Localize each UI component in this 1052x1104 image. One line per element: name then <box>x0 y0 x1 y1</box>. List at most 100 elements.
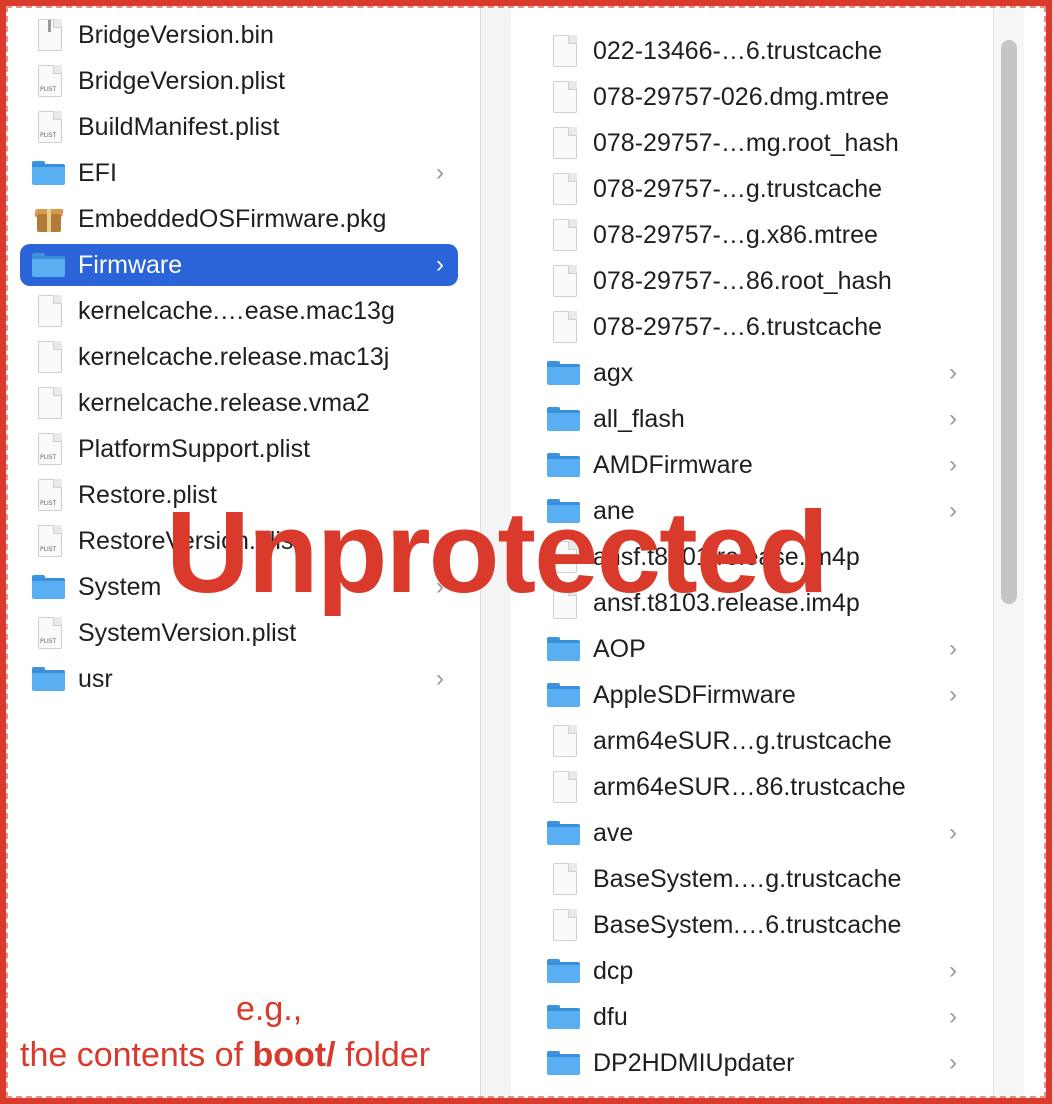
file-row[interactable]: PLIST SystemVersion.plist <box>20 612 458 654</box>
file-row[interactable]: arm64eSUR…g.trustcache <box>541 720 971 762</box>
document-icon <box>547 80 581 114</box>
folder-icon <box>547 402 581 436</box>
annotation-line-2: the contents of boot/ folder <box>20 1036 430 1075</box>
document-icon <box>547 126 581 160</box>
chevron-right-icon: › <box>949 497 957 524</box>
file-row[interactable]: 022-13466-…6.trustcache <box>541 30 971 72</box>
item-name: BaseSystem.…g.trustcache <box>593 864 902 893</box>
folder-row[interactable]: AppleSDFirmware › <box>541 674 971 716</box>
document-icon <box>32 386 66 420</box>
folder-row[interactable]: AMDFirmware › <box>541 444 971 486</box>
item-name: AppleSDFirmware <box>593 680 796 709</box>
folder-icon <box>32 662 66 696</box>
file-row[interactable]: PLIST BuildManifest.plist <box>20 106 458 148</box>
file-row[interactable]: 078-29757-…6.trustcache <box>541 306 971 348</box>
folder-row[interactable]: ave › <box>541 812 971 854</box>
file-row[interactable]: PLIST BridgeVersion.plist <box>20 60 458 102</box>
item-name: 078-29757-…6.trustcache <box>593 312 883 341</box>
item-name: AMDFirmware <box>593 450 753 479</box>
item-name: DP2HDMIUpdater <box>593 1048 795 1077</box>
folder-row[interactable]: DP2HDMIUpdater › <box>541 1042 971 1084</box>
plist-file-icon: PLIST <box>32 110 66 144</box>
file-row[interactable]: 078-29757-…g.trustcache <box>541 168 971 210</box>
folder-row[interactable]: Firmware › <box>20 244 458 286</box>
item-name: dfu <box>593 1002 628 1031</box>
annotation-suffix: folder <box>335 1036 431 1074</box>
item-name: 078-29757-026.dmg.mtree <box>593 82 890 111</box>
item-name: BridgeVersion.bin <box>78 20 274 49</box>
file-row[interactable]: BridgeVersion.bin <box>20 14 458 56</box>
item-name: all_flash <box>593 404 685 433</box>
chevron-right-icon: › <box>949 819 957 846</box>
file-row[interactable]: 078-29757-…mg.root_hash <box>541 122 971 164</box>
folder-icon <box>32 570 66 604</box>
chevron-right-icon: › <box>949 957 957 984</box>
item-name: dcp <box>593 956 634 985</box>
item-name: 078-29757-…g.x86.mtree <box>593 220 878 249</box>
file-row[interactable]: PLIST PlatformSupport.plist <box>20 428 458 470</box>
item-name: EFI <box>78 158 117 187</box>
item-name: arm64eSUR…g.trustcache <box>593 726 892 755</box>
unprotected-stamp: Unprotected <box>166 487 829 617</box>
file-row[interactable]: kernelcache.release.vma2 <box>20 382 458 424</box>
file-row[interactable]: kernelcache.release.mac13j <box>20 336 458 378</box>
folder-row[interactable]: all_flash › <box>541 398 971 440</box>
item-name: kernelcache.release.mac13j <box>78 342 390 371</box>
document-icon <box>547 724 581 758</box>
item-name: BridgeVersion.plist <box>78 66 286 95</box>
document-icon <box>547 908 581 942</box>
item-name: kernelcache.release.vma2 <box>78 388 370 417</box>
folder-icon <box>547 954 581 988</box>
document-icon <box>547 862 581 896</box>
item-name: usr <box>78 664 113 693</box>
document-icon <box>547 218 581 252</box>
file-row[interactable]: kernelcache.…ease.mac13g <box>20 290 458 332</box>
document-icon <box>547 770 581 804</box>
chevron-right-icon: › <box>436 159 444 186</box>
file-row[interactable]: 078-29757-026.dmg.mtree <box>541 76 971 118</box>
document-icon <box>547 172 581 206</box>
chevron-right-icon: › <box>949 1003 957 1030</box>
file-row[interactable]: arm64eSUR…86.trustcache <box>541 766 971 808</box>
document-icon <box>547 34 581 68</box>
folder-row[interactable]: dcp › <box>541 950 971 992</box>
item-name: arm64eSUR…86.trustcache <box>593 772 906 801</box>
plist-file-icon: PLIST <box>32 478 66 512</box>
item-name: Firmware <box>78 250 183 279</box>
chevron-right-icon: › <box>949 359 957 386</box>
item-name: EmbeddedOSFirmware.pkg <box>78 204 387 233</box>
folder-icon <box>547 448 581 482</box>
file-row[interactable]: BaseSystem.…6.trustcache <box>541 904 971 946</box>
annotation-prefix: the contents of <box>20 1036 253 1074</box>
chevron-right-icon: › <box>949 635 957 662</box>
file-row[interactable]: 078-29757-…g.x86.mtree <box>541 214 971 256</box>
scrollbar-thumb[interactable] <box>1001 40 1017 604</box>
chevron-right-icon: › <box>949 405 957 432</box>
item-name: BaseSystem.…6.trustcache <box>593 910 902 939</box>
file-row[interactable]: BaseSystem.…g.trustcache <box>541 858 971 900</box>
folder-icon <box>547 1046 581 1080</box>
document-icon <box>32 340 66 374</box>
document-icon <box>547 310 581 344</box>
file-row[interactable]: 078-29757-…86.root_hash <box>541 260 971 302</box>
chevron-right-icon: › <box>949 681 957 708</box>
item-name: SystemVersion.plist <box>78 618 297 647</box>
folder-row[interactable]: agx › <box>541 352 971 394</box>
plist-file-icon: PLIST <box>32 432 66 466</box>
folder-icon <box>547 356 581 390</box>
folder-row[interactable]: usr › <box>20 658 458 700</box>
chevron-right-icon: › <box>949 1049 957 1076</box>
annotation-bold: boot/ <box>252 1036 336 1074</box>
plist-file-icon: PLIST <box>32 616 66 650</box>
folder-row[interactable]: EFI › <box>20 152 458 194</box>
item-name: 078-29757-…g.trustcache <box>593 174 883 203</box>
folder-row[interactable]: AOP › <box>541 628 971 670</box>
item-name: kernelcache.…ease.mac13g <box>78 296 395 325</box>
file-row[interactable]: EmbeddedOSFirmware.pkg <box>20 198 458 240</box>
chevron-right-icon: › <box>436 251 444 278</box>
binary-file-icon <box>32 18 66 52</box>
plist-file-icon: PLIST <box>32 64 66 98</box>
folder-row[interactable]: dfu › <box>541 996 971 1038</box>
document-icon <box>32 294 66 328</box>
annotation-line-1: e.g., <box>236 990 303 1028</box>
